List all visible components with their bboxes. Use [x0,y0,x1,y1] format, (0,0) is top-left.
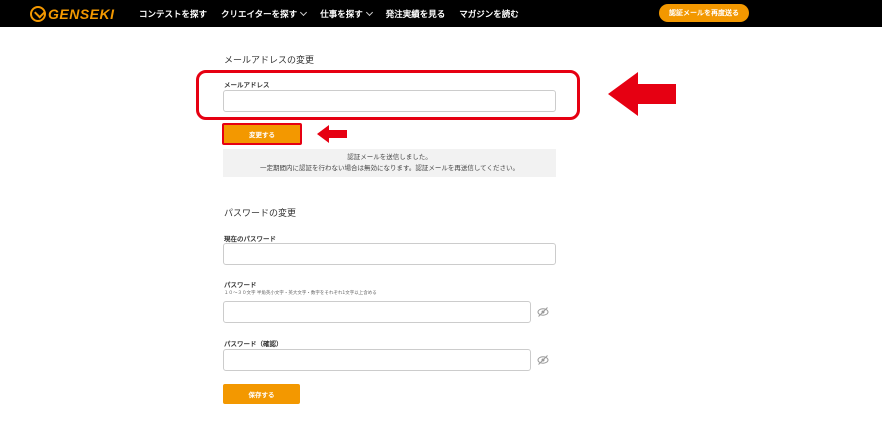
nav-label: クリエイターを探す [221,9,298,20]
email-section-title: メールアドレスの変更 [224,56,315,66]
logo-text: GENSEKI [48,5,115,22]
arrow-left-icon [317,125,347,143]
confirm-password-label: パスワード（確認） [224,340,283,348]
current-password-label: 現在のパスワード [224,235,276,243]
save-password-button[interactable]: 保存する [223,384,300,404]
current-password-input[interactable] [223,243,556,265]
new-password-label: パスワード [224,281,257,289]
verification-notice: 認証メールを送信しました。 一定期間内に認証を行わない場合は無効になります。認証… [223,149,556,177]
nav-item-magazine[interactable]: マガジンを読む [459,8,519,20]
change-email-button[interactable]: 変更する [224,125,300,143]
nav-label: 仕事を探す [320,9,363,20]
email-label: メールアドレス [224,81,270,89]
nav-item-jobs[interactable]: 仕事を探す [320,8,373,20]
nav-item-creators[interactable]: クリエイターを探す [221,8,308,20]
chevron-down-icon [300,8,308,16]
password-section-title: パスワードの変更 [224,209,297,219]
nav-item-orders[interactable]: 発注実績を見る [386,8,446,20]
confirm-password-input[interactable] [223,349,531,371]
notice-line-2: 一定期間内に認証を行わない場合は無効になります。認証メールを再送信してください。 [260,164,519,172]
annotation-highlight-button: 変更する [222,123,302,145]
new-password-input[interactable] [223,301,531,323]
nav-label: コンテストを探す [139,9,208,20]
eye-off-icon[interactable] [537,306,549,318]
email-input[interactable] [223,90,556,112]
main-nav: コンテストを探す クリエイターを探す 仕事を探す 発注実績を見る マガジンを読む [139,0,519,27]
resend-verification-button[interactable]: 認証メールを再度送る [659,4,749,22]
nav-label: マガジンを読む [459,9,519,20]
nav-item-contests[interactable]: コンテストを探す [139,8,207,20]
password-hint: １０～３０文字 半角英小文字・英大文字・数字をそれぞれ1文字以上含める [224,291,377,296]
notice-line-1: 認証メールを送信しました。 [347,153,432,161]
chevron-down-icon [365,8,373,16]
arrow-left-icon [608,72,676,116]
nav-label: 発注実績を見る [385,9,446,20]
top-navigation-bar: GENSEKI コンテストを探す クリエイターを探す 仕事を探す 発注実績を見る… [0,0,882,27]
site-logo[interactable]: GENSEKI [30,5,115,22]
logo-icon [30,5,46,22]
eye-off-icon[interactable] [537,354,549,366]
